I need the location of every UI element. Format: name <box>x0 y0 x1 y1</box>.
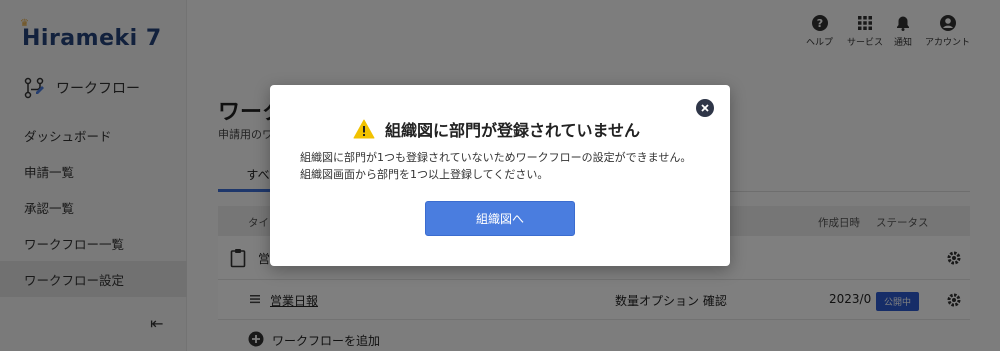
dialog-message: 組織図に部門が1つも登録されていないためワークフローの設定ができません。 組織図… <box>300 151 692 181</box>
warning-icon <box>353 119 375 139</box>
dialog-title: 組織図に部門が登録されていません <box>353 117 640 141</box>
go-to-org-chart-button[interactable]: 組織図へ <box>425 201 575 236</box>
alert-dialog: 組織図に部門が登録されていません 組織図に部門が1つも登録されていないためワーク… <box>270 85 730 266</box>
close-icon[interactable] <box>696 99 714 117</box>
dialog-title-text: 組織図に部門が登録されていません <box>385 121 641 140</box>
